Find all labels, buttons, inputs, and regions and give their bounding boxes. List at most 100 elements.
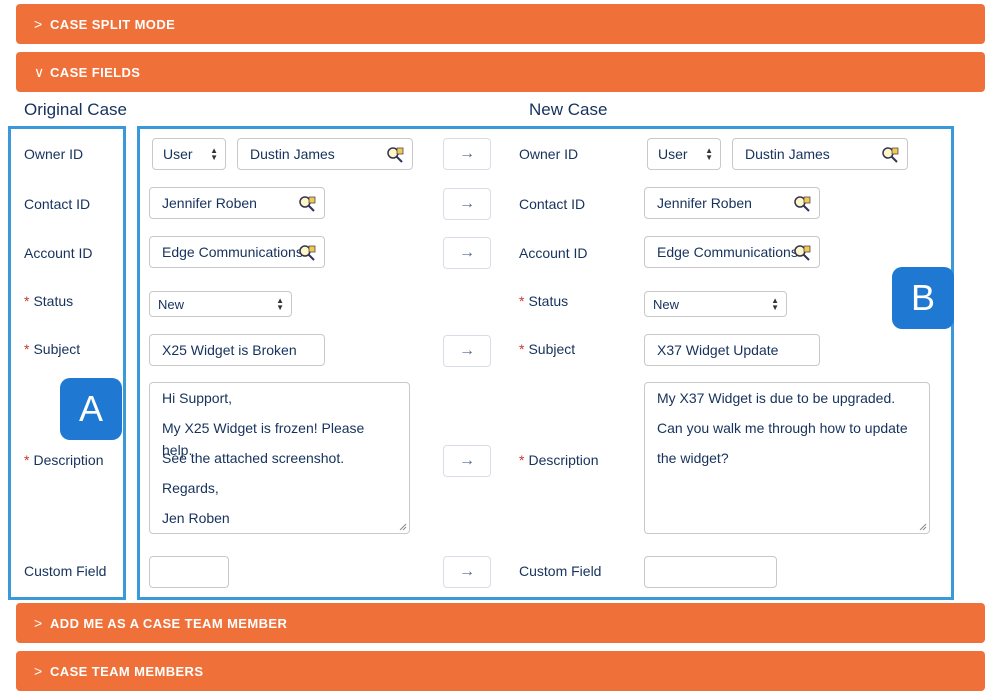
required-mark: * bbox=[519, 293, 525, 309]
input-value: Jennifer Roben bbox=[162, 195, 257, 211]
original-description-textarea[interactable]: Hi Support, My X25 Widget is frozen! Ple… bbox=[149, 382, 410, 534]
section-case-split-mode[interactable]: > CASE SPLIT MODE bbox=[16, 4, 985, 44]
copy-subject-button[interactable]: → bbox=[443, 335, 491, 367]
lookup-search-icon[interactable] bbox=[298, 244, 316, 262]
section-case-fields[interactable]: ∨ CASE FIELDS bbox=[16, 52, 985, 92]
select-arrows-icon: ▲ ▼ bbox=[771, 296, 779, 312]
copy-description-button[interactable]: → bbox=[443, 445, 491, 477]
label-description: * Description bbox=[24, 452, 103, 468]
label-text: Subject bbox=[33, 341, 81, 357]
lookup-search-icon[interactable] bbox=[793, 244, 811, 262]
input-value: Edge Communications bbox=[657, 244, 798, 260]
copy-account-button[interactable]: → bbox=[443, 237, 491, 269]
original-owner-name-input[interactable]: Dustin James bbox=[237, 138, 413, 170]
chevron-right-icon: > bbox=[34, 16, 43, 32]
label-description-new: * Description bbox=[519, 452, 598, 468]
label-custom-field-new: Custom Field bbox=[519, 563, 602, 579]
new-case-heading: New Case bbox=[529, 100, 608, 119]
lookup-search-icon[interactable] bbox=[298, 195, 316, 213]
new-subject-input[interactable]: X37 Widget Update bbox=[644, 334, 820, 366]
section-case-team-members[interactable]: > CASE TEAM MEMBERS bbox=[16, 651, 985, 691]
select-arrows-icon: ▲ ▼ bbox=[276, 296, 284, 312]
label-subject-new: * Subject bbox=[519, 341, 575, 357]
label-account-id: Account ID bbox=[24, 245, 93, 261]
input-value: Jennifer Roben bbox=[657, 195, 752, 211]
required-mark: * bbox=[519, 452, 525, 468]
resize-grip-icon[interactable] bbox=[919, 523, 927, 531]
copy-contact-button[interactable]: → bbox=[443, 188, 491, 220]
label-text: Description bbox=[33, 452, 104, 468]
label-account-id-new: Account ID bbox=[519, 245, 588, 261]
chevron-right-icon: > bbox=[34, 615, 43, 631]
label-contact-id-new: Contact ID bbox=[519, 196, 586, 212]
badge-a: A bbox=[60, 378, 122, 440]
section-label: CASE TEAM MEMBERS bbox=[50, 663, 204, 679]
lookup-search-icon[interactable] bbox=[386, 146, 404, 164]
select-arrows-icon: ▲ ▼ bbox=[705, 146, 713, 162]
input-value: Edge Communications bbox=[162, 244, 303, 260]
original-custom-field-input[interactable] bbox=[149, 556, 229, 588]
label-text: Status bbox=[528, 293, 569, 309]
label-owner-id: Owner ID bbox=[24, 146, 84, 162]
chevron-right-icon: > bbox=[34, 663, 43, 679]
original-status-select[interactable]: New ▲ ▼ bbox=[149, 291, 292, 317]
text-line: Hi Support, bbox=[162, 390, 233, 406]
input-value: X25 Widget is Broken bbox=[162, 342, 297, 358]
arrow-right-icon: → bbox=[459, 244, 475, 261]
label-subject: * Subject bbox=[24, 341, 80, 357]
new-owner-name-input[interactable]: Dustin James bbox=[732, 138, 908, 170]
new-contact-input[interactable]: Jennifer Roben bbox=[644, 187, 820, 219]
select-arrows-icon: ▲ ▼ bbox=[210, 146, 218, 162]
required-mark: * bbox=[24, 452, 30, 468]
arrow-right-icon: → bbox=[459, 563, 475, 580]
new-custom-field-input[interactable] bbox=[644, 556, 777, 588]
text-line: See the attached screenshot. bbox=[162, 450, 345, 466]
input-value: Dustin James bbox=[250, 146, 335, 162]
badge-b: B bbox=[892, 267, 954, 329]
new-owner-type-select[interactable]: User ▲ ▼ bbox=[647, 138, 721, 170]
arrow-right-icon: → bbox=[459, 145, 475, 162]
label-custom-field: Custom Field bbox=[24, 563, 107, 579]
text-line: Can you walk me through how to update bbox=[657, 420, 908, 436]
lookup-search-icon[interactable] bbox=[881, 146, 899, 164]
text-line: Jen Roben bbox=[162, 510, 230, 526]
original-contact-input[interactable]: Jennifer Roben bbox=[149, 187, 325, 219]
select-value: User bbox=[658, 146, 688, 162]
label-status-new: * Status bbox=[519, 293, 568, 309]
section-label: CASE SPLIT MODE bbox=[50, 16, 176, 32]
input-value: X37 Widget Update bbox=[657, 342, 779, 358]
new-status-select[interactable]: New ▲ ▼ bbox=[644, 291, 787, 317]
label-contact-id: Contact ID bbox=[24, 196, 91, 212]
arrow-right-icon: → bbox=[459, 342, 475, 359]
label-status: * Status bbox=[24, 293, 73, 309]
text-line: My X37 Widget is due to be upgraded. bbox=[657, 390, 896, 406]
section-add-me-team-member[interactable]: > ADD ME AS A CASE TEAM MEMBER bbox=[16, 603, 985, 643]
text-line: My X25 Widget is frozen! Please help. bbox=[162, 420, 365, 458]
new-description-textarea[interactable]: My X37 Widget is due to be upgraded. Can… bbox=[644, 382, 930, 534]
copy-owner-button[interactable]: → bbox=[443, 138, 491, 170]
label-text: Subject bbox=[528, 341, 576, 357]
input-value: Dustin James bbox=[745, 146, 830, 162]
section-label: CASE FIELDS bbox=[50, 64, 141, 80]
original-subject-input[interactable]: X25 Widget is Broken bbox=[149, 334, 325, 366]
select-value: New bbox=[158, 296, 185, 312]
original-case-heading: Original Case bbox=[24, 100, 127, 119]
chevron-down-icon: ∨ bbox=[34, 63, 45, 80]
required-mark: * bbox=[24, 341, 30, 357]
arrow-right-icon: → bbox=[459, 452, 475, 469]
new-account-input[interactable]: Edge Communications bbox=[644, 236, 820, 268]
required-mark: * bbox=[24, 293, 30, 309]
required-mark: * bbox=[519, 341, 525, 357]
arrow-right-icon: → bbox=[459, 195, 475, 212]
select-value: User bbox=[163, 146, 193, 162]
select-value: New bbox=[653, 296, 680, 312]
text-line: Regards, bbox=[162, 480, 219, 496]
original-account-input[interactable]: Edge Communications bbox=[149, 236, 325, 268]
original-owner-type-select[interactable]: User ▲ ▼ bbox=[152, 138, 226, 170]
copy-custom-field-button[interactable]: → bbox=[443, 556, 491, 588]
section-label: ADD ME AS A CASE TEAM MEMBER bbox=[50, 615, 288, 631]
label-text: Status bbox=[33, 293, 74, 309]
lookup-search-icon[interactable] bbox=[793, 195, 811, 213]
resize-grip-icon[interactable] bbox=[399, 523, 407, 531]
label-owner-id-new: Owner ID bbox=[519, 146, 579, 162]
